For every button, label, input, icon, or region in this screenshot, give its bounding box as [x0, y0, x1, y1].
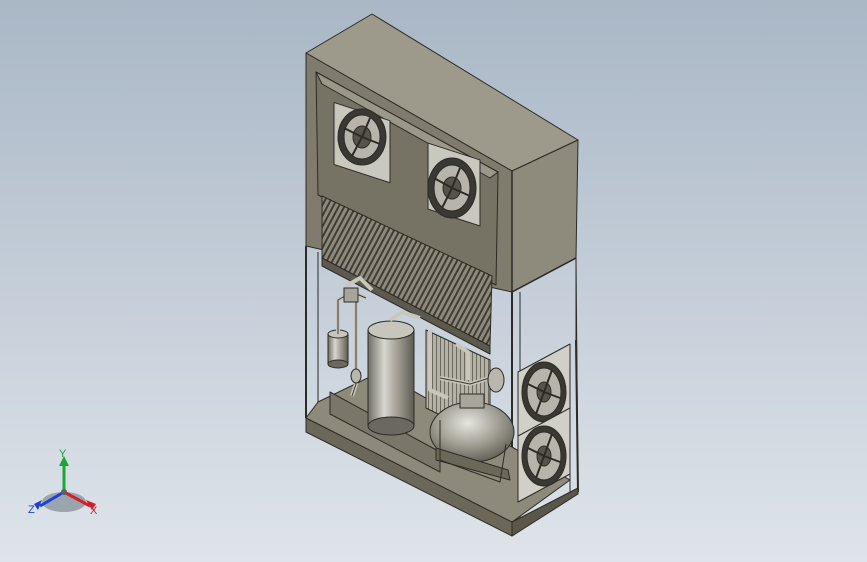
x-axis-label: X	[90, 505, 98, 517]
z-axis-label: Z	[28, 504, 35, 516]
model-view[interactable]	[0, 0, 867, 562]
sight-glass	[343, 287, 359, 303]
graphics-viewport[interactable]	[0, 0, 867, 562]
triad-origin-icon	[61, 489, 67, 495]
y-axis-label: Y	[59, 448, 67, 460]
pipe-valve	[350, 368, 362, 384]
view-orientation-triad[interactable]: Y X Z	[24, 448, 104, 524]
receiver-tank	[367, 320, 415, 436]
filter-drier	[327, 329, 349, 369]
expansion-valve	[487, 367, 505, 393]
